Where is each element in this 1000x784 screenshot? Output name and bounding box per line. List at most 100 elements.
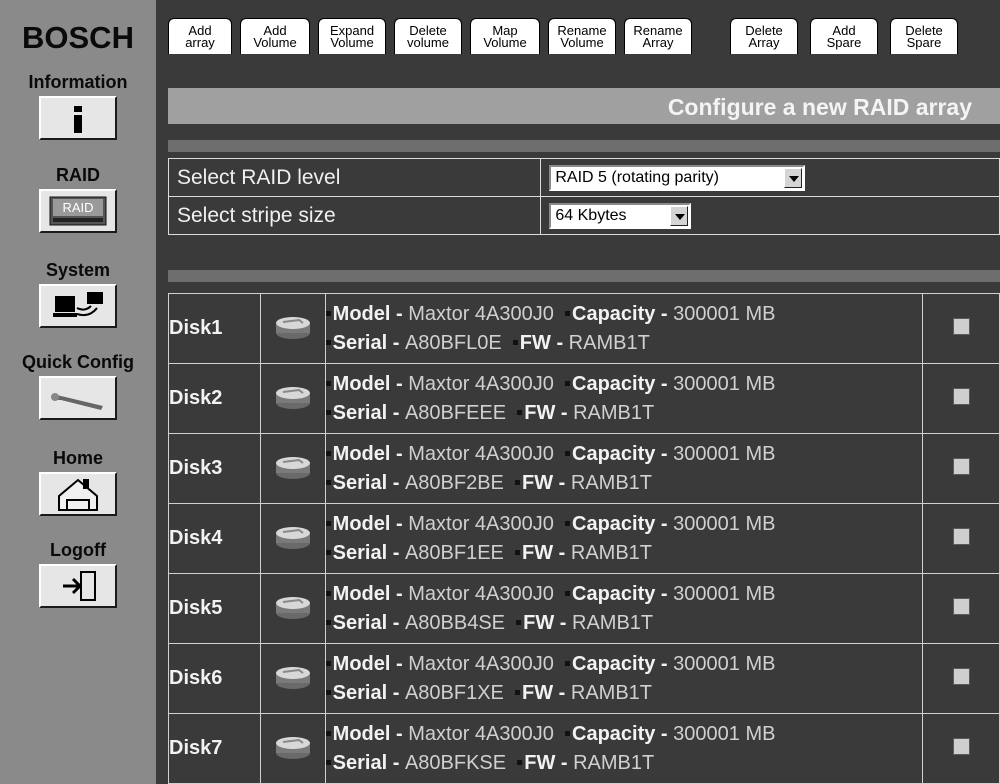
separator: - xyxy=(387,611,405,634)
bullet-icon xyxy=(325,549,331,555)
disk-row: Disk2 Model - Maxtor 4A300J0 Capacity - 3… xyxy=(168,363,1000,434)
raid-level-select[interactable]: RAID 5 (rotating parity) xyxy=(549,164,806,191)
separator: - xyxy=(387,401,405,424)
hard-disk-icon xyxy=(275,527,310,549)
chevron-down-icon xyxy=(670,205,689,226)
disk-icon-cell xyxy=(259,363,326,434)
separator: - xyxy=(390,512,409,535)
tab-expand-volume[interactable]: Expand Volume xyxy=(318,18,386,54)
serial-value: A80BB4SE xyxy=(404,611,506,634)
tab-add-array[interactable]: Add array xyxy=(168,18,232,54)
model-value: Maxtor 4A300J0 xyxy=(408,442,554,465)
quick-config-button[interactable] xyxy=(39,376,117,420)
disk-select-cell xyxy=(922,643,1000,714)
tab-delete-array[interactable]: Delete Array xyxy=(730,18,798,54)
main-panel: Add array Add Volume Expand Volume Delete vo… xyxy=(156,0,1000,784)
disk-info-line2: Serial - A80BF1XE FW - RAMB1T xyxy=(325,679,923,708)
hard-disk-icon xyxy=(275,737,310,759)
bullet-icon xyxy=(325,450,331,456)
bullet-icon xyxy=(325,380,331,386)
hard-disk-icon xyxy=(275,387,310,409)
stripe-size-label: Select stripe size xyxy=(167,196,542,235)
tab-delete-volume[interactable]: Delete volume xyxy=(394,18,462,54)
disk-row: Disk7 Model - Maxtor 4A300J0 Capacity - 3… xyxy=(168,713,1000,784)
logoff-icon xyxy=(63,571,96,601)
disk-name: Disk3 xyxy=(168,433,261,504)
home-button[interactable] xyxy=(39,472,117,516)
logoff-button[interactable] xyxy=(39,564,117,608)
bullet-icon xyxy=(325,759,331,765)
capacity-key: Capacity xyxy=(572,372,656,395)
disk-name: Disk6 xyxy=(168,643,261,714)
raid-button[interactable]: RAID xyxy=(39,189,117,233)
tab-map-volume[interactable]: Map Volume xyxy=(470,18,540,54)
bullet-icon xyxy=(512,339,518,345)
disk-select-cell xyxy=(922,433,1000,504)
disk-info: Model - Maxtor 4A300J0 Capacity - 300001… xyxy=(324,363,924,434)
disk-select-checkbox[interactable] xyxy=(952,527,970,545)
stripe-size-select[interactable]: 64 Kbytes xyxy=(549,202,692,229)
disk-info: Model - Maxtor 4A300J0 Capacity - 300001… xyxy=(324,503,924,574)
disk-name: Disk7 xyxy=(168,713,261,784)
tab-delete-volume-line2: volume xyxy=(407,35,449,50)
separator: - xyxy=(655,372,674,395)
separator: - xyxy=(387,471,405,494)
separator: - xyxy=(555,401,574,424)
tab-add-volume[interactable]: Add Volume xyxy=(240,18,310,54)
fw-key: FW xyxy=(522,541,554,564)
model-key: Model xyxy=(332,372,391,395)
tab-map-volume-line2: Volume xyxy=(483,35,527,50)
disk-info-line1: Model - Maxtor 4A300J0 Capacity - 300001… xyxy=(325,510,923,539)
fw-value: RAMB1T xyxy=(568,331,650,354)
disk-select-checkbox[interactable] xyxy=(952,457,970,475)
disk-select-checkbox[interactable] xyxy=(952,737,970,755)
disk-icon-cell xyxy=(259,293,326,364)
model-value: Maxtor 4A300J0 xyxy=(408,722,554,745)
information-button[interactable] xyxy=(39,96,117,140)
tab-delete-spare[interactable]: Delete Spare xyxy=(890,18,958,54)
separator: - xyxy=(387,541,405,564)
disk-row: Disk6 Model - Maxtor 4A300J0 Capacity - 3… xyxy=(168,643,1000,714)
model-key: Model xyxy=(332,302,391,325)
bullet-icon xyxy=(515,479,521,485)
disk-select-checkbox[interactable] xyxy=(952,597,970,615)
tab-add-volume-line2: Volume xyxy=(253,35,297,50)
disk-info-line2: Serial - A80BFL0E FW - RAMB1T xyxy=(325,329,923,358)
model-value: Maxtor 4A300J0 xyxy=(408,582,554,605)
bullet-icon xyxy=(325,520,331,526)
disk-select-checkbox[interactable] xyxy=(952,387,970,405)
hard-disk-icon xyxy=(275,317,310,339)
bullet-icon xyxy=(325,660,331,666)
hard-disk-icon xyxy=(275,457,310,479)
serial-value: A80BFEEE xyxy=(404,401,507,424)
tab-rename-array[interactable]: Rename Array xyxy=(624,18,692,54)
disk-select-cell xyxy=(922,573,1000,644)
bullet-icon xyxy=(565,660,570,666)
capacity-value: 300001 MB xyxy=(673,442,776,465)
raid-level-row: Select RAID level RAID 5 (rotating parit… xyxy=(167,158,1000,197)
brand-logo: BOSCH xyxy=(22,20,134,55)
disk-info-line2: Serial - A80BF1EE FW - RAMB1T xyxy=(325,539,923,568)
bullet-icon xyxy=(325,310,331,316)
system-button[interactable] xyxy=(39,284,117,328)
model-key: Model xyxy=(332,582,391,605)
tab-rename-volume[interactable]: Rename Volume xyxy=(548,18,616,54)
nav-label-logoff: Logoff xyxy=(50,540,106,560)
disk-icon-cell xyxy=(259,503,326,574)
nav-label-system: System xyxy=(45,260,111,280)
serial-key: Serial xyxy=(332,541,388,564)
tab-add-spare[interactable]: Add Spare xyxy=(810,18,878,54)
home-icon xyxy=(58,478,98,511)
serial-key: Serial xyxy=(332,331,388,354)
capacity-key: Capacity xyxy=(572,512,656,535)
bullet-icon xyxy=(325,619,331,625)
disk-select-checkbox[interactable] xyxy=(952,317,970,335)
stripe-size-value: 64 Kbytes xyxy=(555,206,627,224)
fw-value: RAMB1T xyxy=(573,401,655,424)
tab-add-spare-line2: Spare xyxy=(826,35,862,50)
serial-value: A80BF1EE xyxy=(404,541,504,564)
separator: - xyxy=(655,442,674,465)
capacity-value: 300001 MB xyxy=(673,302,776,325)
disk-select-checkbox[interactable] xyxy=(952,667,970,685)
tab-expand-volume-line2: Volume xyxy=(330,35,374,50)
